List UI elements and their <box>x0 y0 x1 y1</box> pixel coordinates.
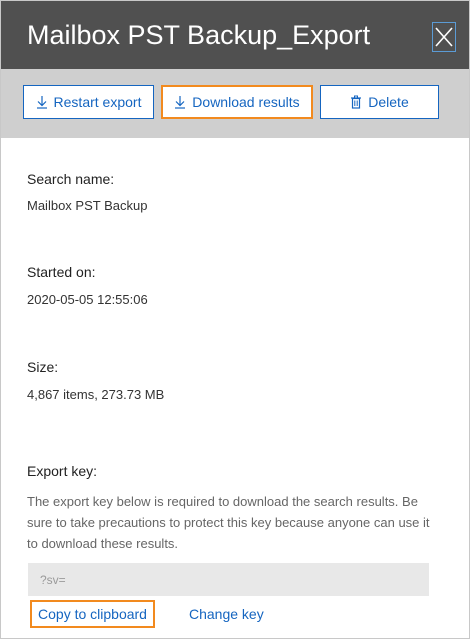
download-arrow-icon <box>36 95 48 109</box>
download-results-button[interactable]: Download results <box>161 85 313 119</box>
size-value: 4,867 items, 273.73 MB <box>27 387 165 402</box>
panel-title: Mailbox PST Backup_Export <box>27 20 371 50</box>
export-key-field[interactable] <box>28 563 429 596</box>
export-key-description: The export key below is required to down… <box>27 494 430 551</box>
export-details-panel: Mailbox PST Backup_Export Restart export <box>0 0 470 639</box>
panel-header: Mailbox PST Backup_Export <box>1 1 469 69</box>
trash-icon <box>350 95 362 109</box>
size-label: Size: <box>27 359 59 375</box>
delete-label: Delete <box>368 94 409 110</box>
copy-to-clipboard-link[interactable]: Copy to clipboard <box>30 600 155 628</box>
restart-export-button[interactable]: Restart export <box>23 85 154 119</box>
export-key-label: Export key: <box>27 463 98 479</box>
close-button[interactable] <box>432 22 456 52</box>
download-arrow-icon <box>174 95 186 109</box>
restart-export-label: Restart export <box>53 94 142 110</box>
search-name-value: Mailbox PST Backup <box>27 198 148 213</box>
started-on-value: 2020-05-05 12:55:06 <box>27 292 148 307</box>
download-results-label: Download results <box>192 94 300 110</box>
close-icon <box>435 27 453 47</box>
search-name-label: Search name: <box>27 171 115 187</box>
action-toolbar: Restart export Download results Delete <box>1 69 469 138</box>
delete-button[interactable]: Delete <box>320 85 439 119</box>
started-on-label: Started on: <box>27 264 96 280</box>
change-key-link[interactable]: Change key <box>189 600 264 628</box>
